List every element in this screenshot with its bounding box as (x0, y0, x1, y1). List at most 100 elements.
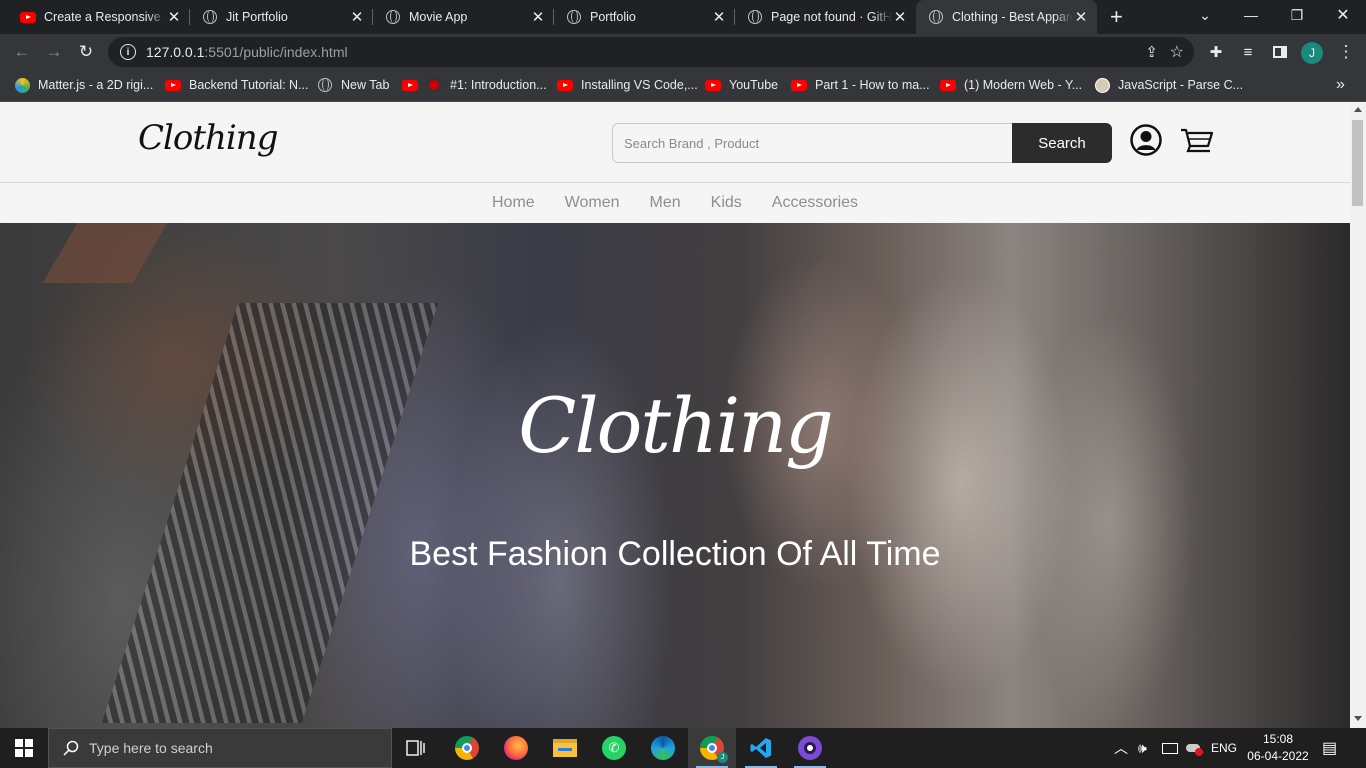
volume-icon[interactable]: 🕪 (1138, 728, 1147, 768)
vscode-icon[interactable] (737, 728, 785, 768)
reading-list-icon[interactable]: ≡ (1234, 38, 1262, 66)
nav-accessories[interactable]: Accessories (772, 194, 858, 212)
cart-icon[interactable] (1180, 124, 1214, 156)
bookmark-label: Matter.js - a 2D rigi... (38, 78, 154, 92)
restore-icon[interactable]: ❐ (1274, 0, 1320, 30)
tab-title: Jit Portfolio (226, 10, 288, 24)
task-view-icon[interactable] (392, 728, 440, 768)
globe-icon (385, 9, 401, 25)
file-explorer-icon[interactable] (541, 728, 589, 768)
chrome-profile-icon[interactable]: J (688, 728, 736, 768)
search-input[interactable] (612, 123, 1012, 163)
site-logo[interactable]: Clothing (138, 118, 278, 158)
taskbar-search-placeholder: Type here to search (89, 740, 213, 756)
tab-movie-app[interactable]: Movie App ✕ (373, 0, 554, 34)
address-host: 127.0.0.1 (146, 44, 205, 60)
globe-icon (747, 9, 763, 25)
bookmark-star-icon[interactable]: ☆ (1170, 42, 1184, 62)
nav-men[interactable]: Men (650, 194, 681, 212)
avatar-icon (1094, 77, 1110, 93)
forward-arrow-icon[interactable]: → (40, 38, 68, 66)
scroll-up-arrow-icon[interactable] (1354, 107, 1362, 112)
language-indicator[interactable]: ENG (1211, 728, 1237, 768)
extensions-puzzle-icon[interactable]: ✚ (1202, 38, 1230, 66)
onedrive-error-icon[interactable] (1186, 728, 1203, 768)
bookmark-label: Part 1 - How to ma... (815, 78, 930, 92)
hero-banner: Clothing Best Fashion Collection Of All … (0, 223, 1350, 728)
site-info-icon[interactable]: i (120, 44, 136, 60)
firefox-icon[interactable] (492, 728, 540, 768)
tab-title: Create a Responsive P (44, 10, 166, 24)
share-icon[interactable]: ⇪ (1145, 43, 1158, 61)
clock-date: 06-04-2022 (1247, 749, 1309, 763)
tab-search-icon[interactable]: ⌄ (1182, 0, 1228, 30)
close-icon[interactable]: ✕ (1073, 9, 1089, 26)
tab-title: Clothing - Best Appare (952, 10, 1073, 24)
close-icon[interactable]: ✕ (349, 9, 365, 26)
tab-jit-portfolio[interactable]: Jit Portfolio ✕ (190, 0, 373, 34)
back-arrow-icon[interactable]: ← (8, 38, 36, 66)
network-icon[interactable] (1162, 728, 1178, 768)
search-button[interactable]: Search (1012, 123, 1112, 163)
show-hidden-icons-chevron-icon[interactable]: ︿ (1114, 728, 1128, 768)
bookmark-matterjs[interactable]: Matter.js - a 2D rigi... (14, 70, 153, 100)
web-page: Clothing Search Home Women Men Kids Acce… (0, 102, 1350, 728)
bookmark-introduction[interactable]: #1: Introduction... (402, 70, 547, 100)
bookmark-label: YouTube (729, 78, 779, 92)
bookmark-label: New Tab (341, 78, 390, 92)
address-bar[interactable]: i 127.0.0.1:5501/public/index.html ⇪ ☆ (108, 37, 1194, 67)
windows-start-icon[interactable] (0, 728, 48, 768)
scroll-down-arrow-icon[interactable] (1354, 716, 1362, 721)
bookmark-label: #1: Introduction... (450, 78, 547, 92)
reload-icon[interactable]: ↻ (72, 38, 100, 66)
hero-background-hanger (42, 223, 168, 283)
bookmark-javascript-parse[interactable]: JavaScript - Parse C... (1094, 70, 1243, 100)
bookmarks-overflow-button[interactable]: » (1336, 70, 1345, 100)
tab-portfolio[interactable]: Portfolio ✕ (554, 0, 735, 34)
notifications-icon[interactable]: ▤ (1322, 728, 1337, 768)
browser-tab-bar: Create a Responsive P ✕ Jit Portfolio ✕ … (0, 0, 1366, 34)
window-close-icon[interactable]: ✕ (1320, 0, 1366, 30)
plus-icon: + (1110, 4, 1123, 29)
bookmark-backend-tutorial[interactable]: Backend Tutorial: N... (165, 70, 309, 100)
chrome-icon[interactable] (443, 728, 491, 768)
search-bar: Search (612, 123, 1112, 163)
whatsapp-icon[interactable]: ✆ (590, 728, 638, 768)
bookmarks-bar: Matter.js - a 2D rigi... Backend Tutoria… (0, 70, 1366, 102)
close-icon[interactable]: ✕ (166, 9, 182, 26)
bookmark-youtube[interactable]: YouTube (705, 70, 778, 100)
clock[interactable]: 15:08 06-04-2022 (1247, 728, 1309, 768)
github-desktop-icon[interactable] (786, 728, 834, 768)
close-icon[interactable]: ✕ (892, 9, 908, 26)
bookmark-part-1[interactable]: Part 1 - How to ma... (791, 70, 930, 100)
youtube-icon (557, 77, 573, 93)
edge-icon[interactable] (639, 728, 687, 768)
bookmark-modern-web[interactable]: (1) Modern Web - Y... (940, 70, 1082, 100)
taskbar-search-box[interactable]: Type here to search (48, 728, 392, 768)
site-header: Clothing Search (0, 102, 1350, 183)
bookmark-installing-vscode[interactable]: Installing VS Code,... (557, 70, 698, 100)
tab-page-not-found[interactable]: Page not found · GitHu ✕ (735, 0, 916, 34)
nav-women[interactable]: Women (565, 194, 620, 212)
hero-logo: Clothing (518, 381, 834, 470)
youtube-icon (402, 77, 418, 93)
minimize-icon[interactable]: — (1228, 0, 1274, 30)
bookmark-new-tab[interactable]: New Tab (317, 70, 389, 100)
globe-icon (566, 9, 582, 25)
clock-time: 15:08 (1262, 732, 1294, 746)
close-icon[interactable]: ✕ (530, 9, 546, 26)
user-account-icon[interactable] (1130, 124, 1162, 156)
scrollbar-thumb[interactable] (1352, 120, 1363, 206)
tab-create-responsive[interactable]: Create a Responsive P ✕ (0, 0, 190, 34)
kebab-menu-icon[interactable]: ⋮ (1332, 38, 1360, 66)
nav-home[interactable]: Home (492, 194, 535, 212)
tab-clothing[interactable]: Clothing - Best Appare ✕ (916, 0, 1097, 34)
side-panel-icon[interactable] (1266, 38, 1294, 66)
new-tab-button[interactable]: + (1100, 0, 1136, 34)
bookmark-label: Installing VS Code,... (581, 78, 698, 92)
profile-avatar[interactable]: J (1301, 42, 1323, 64)
nav-kids[interactable]: Kids (711, 194, 742, 212)
globe-icon (202, 9, 218, 25)
bookmark-label: JavaScript - Parse C... (1118, 78, 1244, 92)
close-icon[interactable]: ✕ (711, 9, 727, 26)
